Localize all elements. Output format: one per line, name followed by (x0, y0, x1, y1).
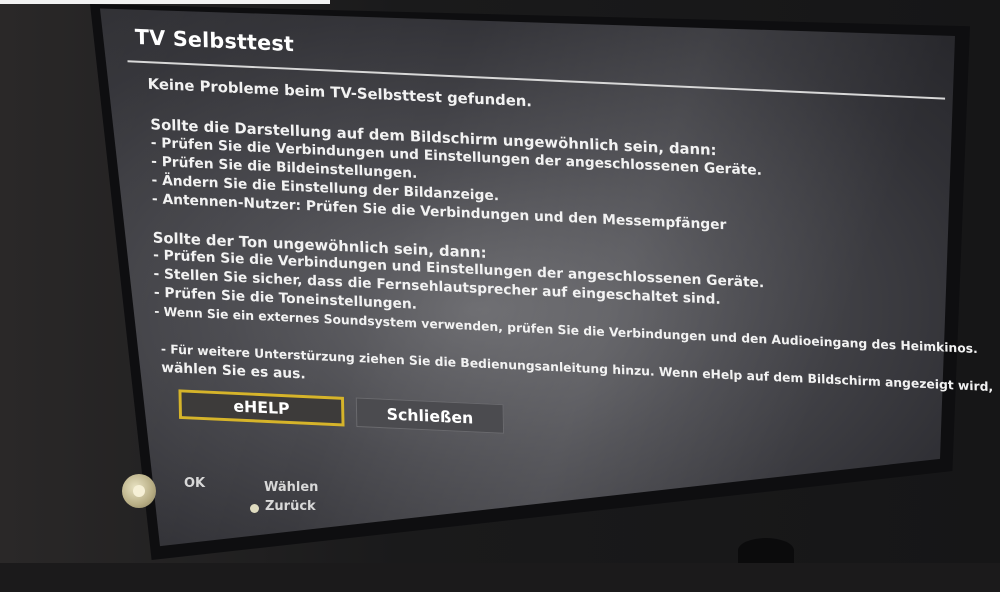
light-glare (0, 0, 330, 4)
ok-hint-label: OK (184, 476, 206, 491)
back-hint-label: Zurück (265, 499, 316, 514)
status-message: Keine Probleme beim TV-Selbsttest gefund… (147, 74, 533, 111)
self-test-dialog: TV Selbsttest Keine Probleme beim TV-Sel… (107, 20, 993, 592)
ok-button-icon (133, 485, 145, 497)
support-text: wählen Sie es aus. (161, 360, 306, 383)
back-button-icon (250, 504, 259, 513)
ehelp-button[interactable]: eHELP (178, 389, 345, 427)
select-hint-label: Wählen (264, 480, 319, 495)
dialog-title: TV Selbsttest (134, 25, 295, 57)
close-button[interactable]: Schließen (355, 397, 505, 434)
tv-stand (738, 538, 794, 563)
